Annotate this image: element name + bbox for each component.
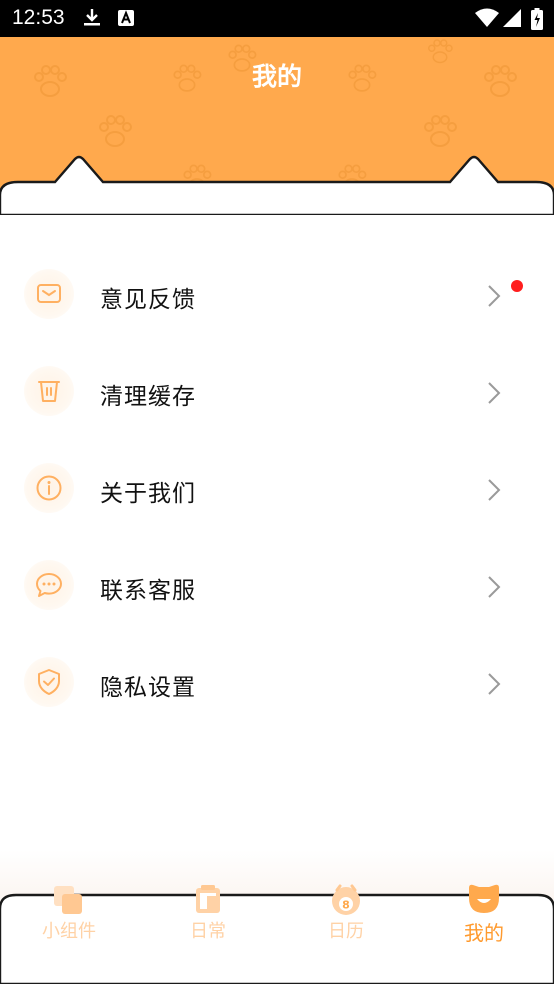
chevron-right-icon [488,479,501,501]
menu-item-about-us[interactable]: 关于我们 [0,441,554,537]
menu-label: 隐私设置 [100,675,196,701]
calendar-badge: 8 [342,899,350,912]
menu-label: 清理缓存 [100,384,196,410]
menu-label: 联系客服 [100,578,196,604]
tab-label: 小组件 [42,921,96,942]
shield-check-icon [24,657,74,707]
menu-item-privacy-settings[interactable]: 隐私设置 [0,635,554,731]
tab-label: 我的 [464,921,504,945]
menu-label: 关于我们 [100,481,196,507]
widget-icon [54,886,82,914]
tab-label: 日常 [190,921,226,942]
mail-icon [24,269,74,319]
chevron-right-icon [488,576,501,598]
info-icon [24,463,74,513]
paw-pattern-icon [424,115,457,147]
battery-icon [531,8,543,34]
chevron-right-icon [488,673,501,695]
status-time: 12:53 [12,6,65,29]
tab-profile[interactable]: 我的 [415,880,553,960]
font-a-icon [116,8,136,32]
tab-widgets[interactable]: 小组件 [0,880,138,960]
chevron-right-icon [488,285,501,307]
status-bar: 12:53 [0,0,554,37]
page-title: 我的 [251,62,302,91]
menu-item-customer-service[interactable]: 联系客服 [0,538,554,634]
chat-icon [24,560,74,610]
download-icon [82,8,102,32]
wifi-icon [475,8,499,32]
chevron-right-icon [488,382,501,404]
notification-dot [511,280,523,292]
menu-label: 意见反馈 [100,287,196,313]
trash-icon [24,366,74,416]
tab-daily[interactable]: 日常 [139,880,277,960]
daily-icon [196,885,220,913]
card-ears-shape [0,155,554,215]
bottom-nav: 小组件 日常 8 日历 我的 [0,880,554,984]
calendar-icon: 8 [332,884,360,915]
signal-icon [503,8,521,32]
paw-pattern-icon [99,115,132,147]
tab-calendar[interactable]: 8 日历 [277,880,415,960]
tab-label: 日历 [328,921,364,942]
menu-item-feedback[interactable]: 意见反馈 [0,247,554,343]
profile-icon [469,884,499,913]
menu-item-clear-cache[interactable]: 清理缓存 [0,344,554,440]
